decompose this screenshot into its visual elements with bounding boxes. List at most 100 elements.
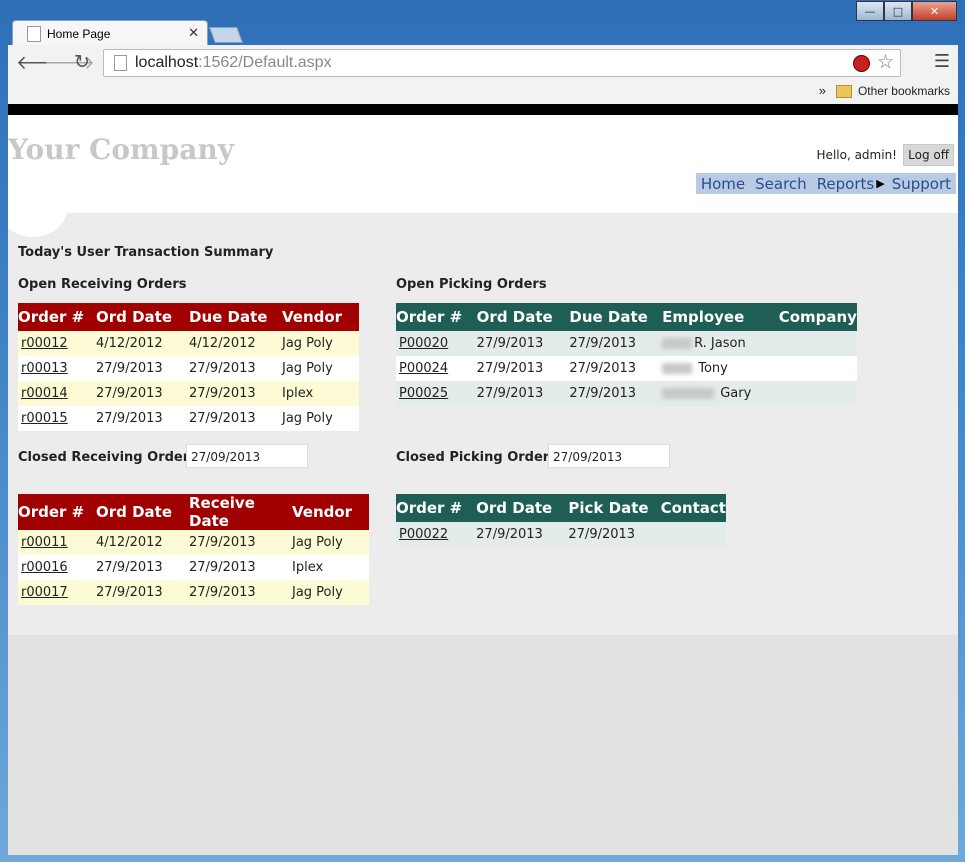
- menu-support[interactable]: Support: [887, 175, 956, 193]
- order-link[interactable]: r00014: [21, 386, 68, 401]
- menu-home[interactable]: Home: [696, 175, 750, 193]
- column-header[interactable]: Ord Date: [96, 494, 189, 530]
- table-cell: Jag Poly: [282, 331, 359, 356]
- column-header[interactable]: Employee: [662, 303, 779, 331]
- order-link[interactable]: r00013: [21, 361, 68, 376]
- order-link[interactable]: P00025: [399, 386, 448, 401]
- summary-title: Today's User Transaction Summary: [18, 245, 274, 260]
- column-header[interactable]: Ord Date: [476, 494, 569, 522]
- table-cell: 27/9/2013: [569, 381, 663, 406]
- table-cell: Iplex: [292, 555, 369, 580]
- open-receiving-table: Order # Ord Date Due Date Vendor r00012 …: [18, 303, 359, 431]
- table-cell: 4/12/2012: [96, 331, 189, 356]
- star-icon[interactable]: ☆: [877, 51, 894, 74]
- browser-tab[interactable]: Home Page ✕: [12, 20, 208, 46]
- table-row: P00022 27/9/2013 27/9/2013: [396, 522, 726, 547]
- blocked-icon[interactable]: [853, 55, 870, 72]
- column-header[interactable]: Company: [778, 303, 857, 331]
- table-cell: 27/9/2013: [96, 406, 189, 431]
- table-cell: [778, 381, 857, 406]
- employee-cell: Gary: [662, 381, 779, 406]
- reload-icon[interactable]: ↻: [74, 51, 90, 73]
- column-header[interactable]: Ord Date: [476, 303, 570, 331]
- address-bar[interactable]: localhost:1562/Default.aspx ☆: [103, 49, 901, 77]
- order-link[interactable]: P00022: [399, 527, 448, 542]
- order-link[interactable]: r00011: [21, 535, 68, 550]
- maximize-button[interactable]: □: [884, 1, 912, 21]
- logoff-button[interactable]: Log off: [903, 144, 954, 166]
- greeting: Hello, admin!: [816, 148, 897, 162]
- page-icon: [27, 25, 41, 42]
- column-header[interactable]: Order #: [18, 494, 96, 530]
- column-header[interactable]: Due Date: [569, 303, 663, 331]
- table-cell: 27/9/2013: [96, 555, 189, 580]
- column-header[interactable]: Contact: [660, 494, 726, 522]
- table-cell: Iplex: [282, 381, 359, 406]
- redacted-surname: [662, 388, 715, 399]
- column-header[interactable]: Order #: [396, 494, 477, 522]
- menu-search[interactable]: Search: [750, 175, 812, 193]
- table-cell: Jag Poly: [292, 580, 369, 605]
- page-footer-area: [8, 635, 958, 855]
- column-header[interactable]: Due Date: [189, 303, 282, 331]
- close-window-button[interactable]: ✕: [912, 1, 957, 21]
- table-cell: 4/12/2012: [189, 331, 282, 356]
- site-logo: Your Company: [8, 133, 235, 166]
- order-link[interactable]: P00024: [399, 361, 448, 376]
- bookmarks-bar: » Other bookmarks: [8, 80, 958, 104]
- table-row: r00015 27/9/2013 27/9/2013 Jag Poly: [18, 406, 359, 431]
- column-header[interactable]: Vendor: [282, 303, 359, 331]
- table-cell: 27/9/2013: [189, 356, 282, 381]
- table-cell: 27/9/2013: [568, 522, 661, 547]
- table-cell: 27/9/2013: [189, 530, 292, 555]
- table-cell: Jag Poly: [282, 356, 359, 381]
- order-link[interactable]: P00020: [399, 336, 448, 351]
- table-row: r00016 27/9/2013 27/9/2013 Iplex: [18, 555, 369, 580]
- column-header[interactable]: Ord Date: [96, 303, 189, 331]
- minimize-button[interactable]: —: [856, 1, 884, 21]
- table-cell: Jag Poly: [282, 406, 359, 431]
- closed-receiving-date-input[interactable]: 27/09/2013: [186, 444, 308, 468]
- table-row: r00011 4/12/2012 27/9/2013 Jag Poly: [18, 530, 369, 555]
- employee-cell: Tony: [662, 356, 779, 381]
- column-header[interactable]: Vendor: [292, 494, 369, 530]
- new-tab-button[interactable]: [209, 27, 243, 43]
- column-header[interactable]: Order #: [18, 303, 96, 331]
- redacted-surname: [662, 338, 693, 349]
- site-header: Your Company Hello, admin! Log off Home …: [8, 115, 958, 213]
- main-content: Today's User Transaction Summary Open Re…: [8, 213, 958, 635]
- column-header[interactable]: Receive Date: [189, 494, 292, 530]
- table-cell: 27/9/2013: [96, 580, 189, 605]
- table-row: P00020 27/9/2013 27/9/2013 R. Jason: [396, 331, 857, 356]
- table-row: r00012 4/12/2012 4/12/2012 Jag Poly: [18, 331, 359, 356]
- other-bookmarks[interactable]: Other bookmarks: [835, 84, 950, 98]
- table-row: P00025 27/9/2013 27/9/2013 Gary: [396, 381, 857, 406]
- column-header[interactable]: Pick Date: [568, 494, 661, 522]
- web-page: Your Company Hello, admin! Log off Home …: [8, 115, 958, 855]
- order-link[interactable]: r00016: [21, 560, 68, 575]
- column-header[interactable]: Order #: [396, 303, 477, 331]
- table-cell: 27/9/2013: [476, 331, 570, 356]
- menu-reports[interactable]: Reports: [812, 175, 877, 193]
- open-receiving-title: Open Receiving Orders: [18, 277, 187, 292]
- redacted-surname: [662, 363, 693, 374]
- order-link[interactable]: r00015: [21, 411, 68, 426]
- table-cell: [778, 331, 857, 356]
- menu-icon[interactable]: ☰: [934, 51, 950, 72]
- tab-title: Home Page: [47, 26, 111, 41]
- employee-cell: R. Jason: [662, 331, 779, 356]
- closed-receiving-table: Order # Ord Date Receive Date Vendor r00…: [18, 494, 369, 605]
- browser-window: — □ ✕ Home Page ✕ 🡐 🡒 ↻ localhost:1562/D…: [0, 0, 965, 862]
- closed-picking-date-input[interactable]: 27/09/2013: [548, 444, 670, 468]
- table-cell: [660, 522, 726, 547]
- bookmarks-overflow[interactable]: »: [819, 83, 826, 98]
- url-host: localhost: [135, 54, 199, 71]
- order-link[interactable]: r00017: [21, 585, 68, 600]
- submenu-arrow-icon: ▶: [876, 177, 885, 190]
- open-picking-table: Order # Ord Date Due Date Employee Compa…: [396, 303, 857, 406]
- browser-toolbar: 🡐 🡒 ↻ localhost:1562/Default.aspx ☆ ☰: [8, 45, 958, 81]
- order-link[interactable]: r00012: [21, 336, 68, 351]
- table-row: r00017 27/9/2013 27/9/2013 Jag Poly: [18, 580, 369, 605]
- table-cell: 27/9/2013: [569, 331, 663, 356]
- tab-close-icon[interactable]: ✕: [188, 25, 199, 41]
